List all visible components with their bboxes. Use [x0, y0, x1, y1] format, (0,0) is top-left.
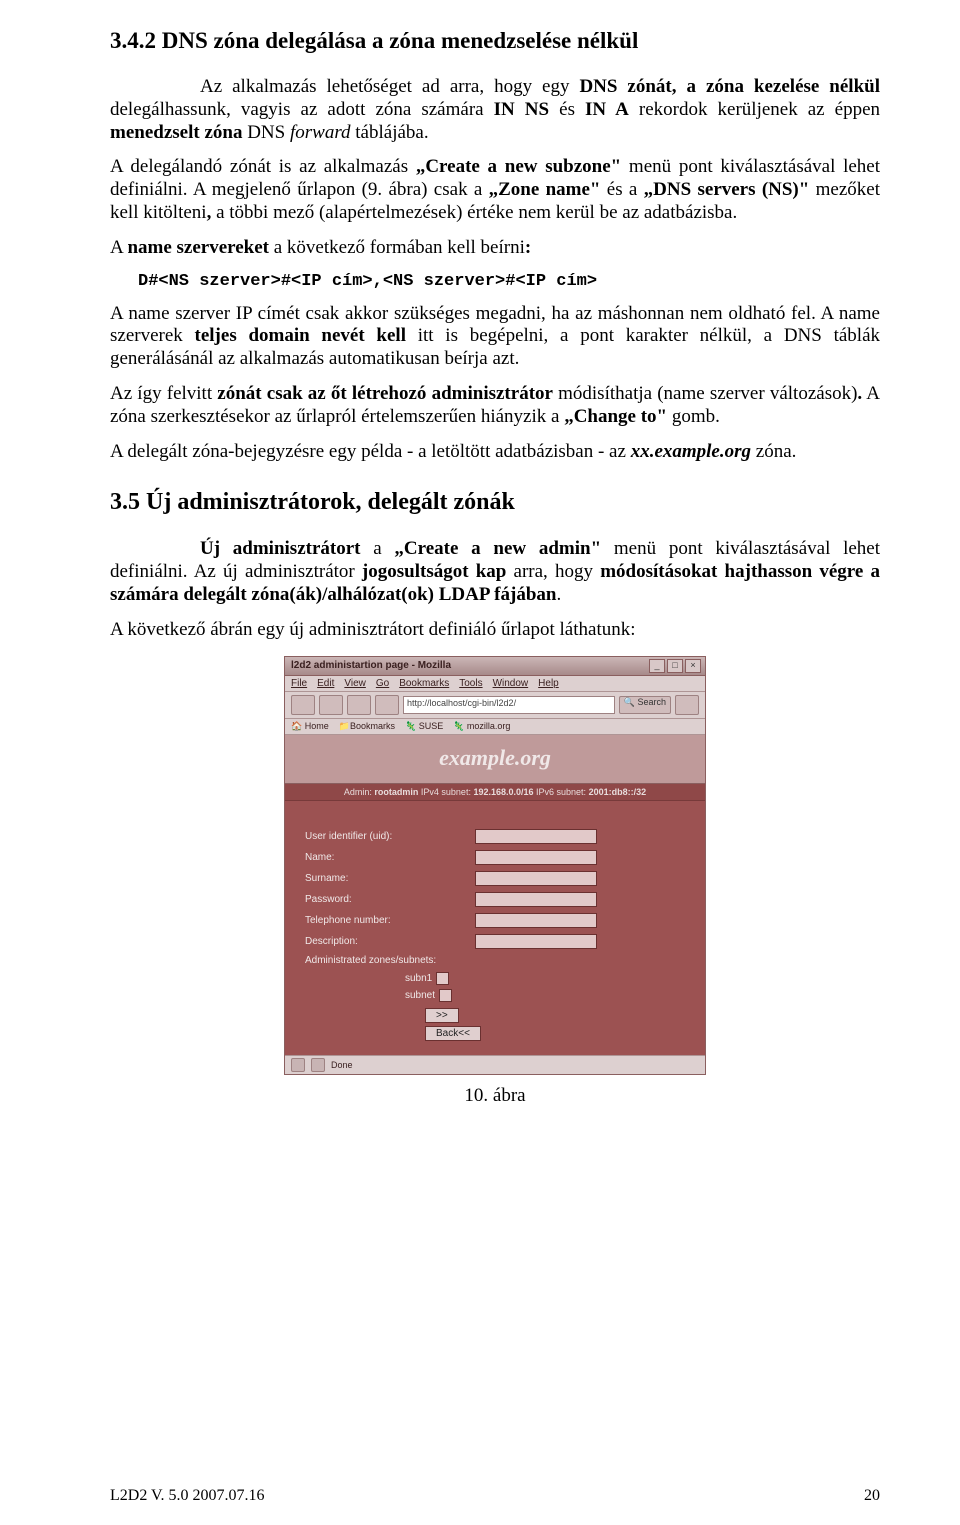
- close-button[interactable]: ×: [685, 659, 701, 673]
- label-password: Password:: [305, 894, 475, 905]
- window-titlebar: l2d2 administartion page - Mozilla _ □ ×: [285, 657, 705, 676]
- menubar: File Edit View Go Bookmarks Tools Window…: [285, 676, 705, 692]
- bookmark-suse[interactable]: 🦎 SUSE: [405, 721, 443, 732]
- bookmark-bar: 🏠 Home 📁Bookmarks 🦎 SUSE 🦎 mozilla.org: [285, 719, 705, 735]
- label-telephone: Telephone number:: [305, 915, 475, 926]
- paragraph-4: A name szerver IP címét csak akkor szüks…: [110, 303, 880, 371]
- checkbox-subnet[interactable]: [439, 989, 452, 1002]
- statusbar: Done: [285, 1055, 705, 1074]
- menu-bookmarks[interactable]: Bookmarks: [399, 678, 449, 689]
- url-input[interactable]: http://localhost/cgi-bin/l2d2/: [403, 696, 615, 714]
- paragraph-1: Az alkalmazás lehetőséget ad arra, hogy …: [110, 76, 880, 144]
- input-name[interactable]: [475, 850, 597, 865]
- heading-35: 3.5 Új adminisztrátorok, delegált zónák: [110, 489, 880, 516]
- menu-help[interactable]: Help: [538, 678, 559, 689]
- status-text: Done: [331, 1060, 353, 1070]
- throbber-icon: [291, 1058, 305, 1072]
- reload-button[interactable]: [347, 695, 371, 715]
- input-uid[interactable]: [475, 829, 597, 844]
- menu-file[interactable]: File: [291, 678, 307, 689]
- heading-342: 3.4.2 DNS zóna delegálása a zóna menedzs…: [110, 28, 880, 54]
- paragraph-6: A delegált zóna-bejegyzésre egy példa - …: [110, 441, 880, 464]
- back-button[interactable]: [291, 695, 315, 715]
- paragraph-3: A name szervereket a következő formában …: [110, 237, 880, 260]
- figure-caption: 10. ábra: [110, 1085, 880, 1107]
- label-description: Description:: [305, 936, 475, 947]
- domain-header: example.org: [285, 735, 705, 784]
- menu-edit[interactable]: Edit: [317, 678, 334, 689]
- input-description[interactable]: [475, 934, 597, 949]
- label-uid: User identifier (uid):: [305, 831, 475, 842]
- page-footer: L2D2 V. 5.0 2007.07.16 20: [110, 1487, 880, 1505]
- lock-icon: [311, 1058, 325, 1072]
- input-surname[interactable]: [475, 871, 597, 886]
- label-name: Name:: [305, 852, 475, 863]
- stop-button[interactable]: [375, 695, 399, 715]
- toolbar: http://localhost/cgi-bin/l2d2/ 🔍 Search: [285, 692, 705, 719]
- menu-go[interactable]: Go: [376, 678, 389, 689]
- footer-page-number: 20: [864, 1487, 880, 1505]
- page-content: example.org Admin: rootadmin IPv4 subnet…: [285, 735, 705, 1055]
- paragraph-5: Az így felvitt zónát csak az őt létrehoz…: [110, 383, 880, 429]
- back-form-button[interactable]: Back<<: [425, 1026, 481, 1041]
- admin-form: User identifier (uid): Name: Surname: Pa…: [285, 801, 705, 1055]
- label-surname: Surname:: [305, 873, 475, 884]
- window-title: l2d2 administartion page - Mozilla: [289, 660, 647, 671]
- bookmark-mozilla[interactable]: 🦎 mozilla.org: [453, 721, 510, 732]
- paragraph-7: Új adminisztrátort a „Create a new admin…: [110, 538, 880, 606]
- print-button[interactable]: [675, 695, 699, 715]
- paragraph-8: A következő ábrán egy új adminisztrátort…: [110, 619, 880, 642]
- menu-window[interactable]: Window: [493, 678, 529, 689]
- code-example: D#<NS szerver>#<IP cím>,<NS szerver>#<IP…: [138, 272, 880, 291]
- menu-view[interactable]: View: [344, 678, 366, 689]
- embedded-screenshot: l2d2 administartion page - Mozilla _ □ ×…: [284, 656, 706, 1075]
- forward-button[interactable]: [319, 695, 343, 715]
- admin-info-line: Admin: rootadmin IPv4 subnet: 192.168.0.…: [285, 784, 705, 801]
- menu-tools[interactable]: Tools: [459, 678, 482, 689]
- input-password[interactable]: [475, 892, 597, 907]
- search-button[interactable]: 🔍 Search: [619, 696, 671, 714]
- bookmark-folder[interactable]: 📁Bookmarks: [339, 721, 395, 732]
- check-label-subnet: subnet: [405, 990, 435, 1001]
- checkbox-subn1[interactable]: [436, 972, 449, 985]
- maximize-button[interactable]: □: [667, 659, 683, 673]
- check-label-subn1: subn1: [405, 973, 432, 984]
- footer-left: L2D2 V. 5.0 2007.07.16: [110, 1487, 265, 1505]
- input-telephone[interactable]: [475, 913, 597, 928]
- minimize-button[interactable]: _: [649, 659, 665, 673]
- bookmark-home[interactable]: 🏠 Home: [291, 721, 329, 732]
- forward-form-button[interactable]: >>: [425, 1008, 459, 1023]
- paragraph-2: A delegálandó zónát is az alkalmazás „Cr…: [110, 156, 880, 224]
- label-admzones: Administrated zones/subnets:: [305, 955, 475, 966]
